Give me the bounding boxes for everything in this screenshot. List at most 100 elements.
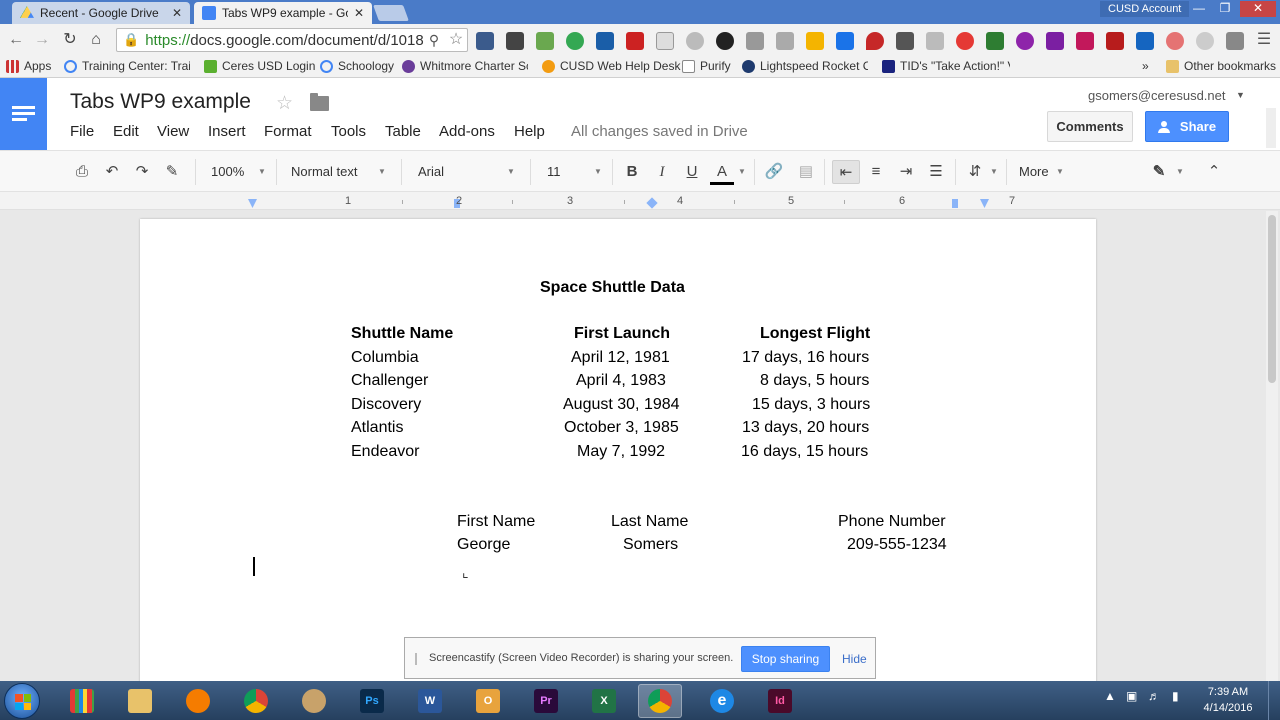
share-button[interactable]: Share — [1145, 111, 1229, 142]
extension-icon[interactable] — [1076, 32, 1094, 50]
extension-icon[interactable] — [776, 32, 794, 50]
bookmark-cusd-web-help-desk[interactable]: CUSD Web Help Desk — [542, 59, 680, 73]
menu-insert[interactable]: Insert — [208, 123, 246, 140]
collapse-menu-icon[interactable]: ⌃ — [1202, 160, 1226, 184]
text-color-button[interactable]: A — [710, 160, 734, 184]
right-indent-marker[interactable] — [980, 199, 989, 208]
bookmark-other-bookmarks[interactable]: Other bookmarks — [1166, 59, 1280, 73]
taskbar-paint[interactable] — [292, 684, 336, 718]
taskbar-outlook[interactable]: O — [466, 684, 510, 718]
taskbar-excel[interactable]: X — [582, 684, 626, 718]
save-status[interactable]: All changes saved in Drive — [571, 123, 748, 140]
hide-button[interactable]: Hide — [842, 652, 867, 666]
extension-icon[interactable] — [896, 32, 914, 50]
italic-button[interactable]: I — [650, 160, 674, 184]
extension-icon[interactable] — [746, 32, 764, 50]
extension-icon[interactable] — [986, 32, 1004, 50]
bookmark-schoology[interactable]: Schoology — [320, 59, 394, 73]
extension-icon[interactable] — [1196, 32, 1214, 50]
menu-edit[interactable]: Edit — [113, 123, 139, 140]
menu-format[interactable]: Format — [264, 123, 312, 140]
bookmark-star-icon[interactable]: ☆ — [446, 30, 466, 50]
extension-icon[interactable] — [1106, 32, 1124, 50]
bold-button[interactable]: B — [620, 160, 644, 184]
bookmark-purify[interactable]: Purify — [682, 59, 731, 73]
clock-date[interactable]: 4/14/2016 — [1200, 702, 1256, 714]
menu-table[interactable]: Table — [385, 123, 421, 140]
undo-icon[interactable]: ↶ — [100, 160, 124, 184]
new-tab-button[interactable] — [373, 5, 409, 21]
extension-icon[interactable] — [716, 32, 734, 50]
chevron-down-icon[interactable]: ▼ — [738, 167, 746, 176]
chevron-down-icon[interactable]: ▼ — [258, 167, 266, 176]
print-icon[interactable]: ⎙ — [70, 160, 94, 184]
font-select[interactable]: Arial — [418, 160, 444, 184]
redo-icon[interactable]: ↷ — [130, 160, 154, 184]
menu-file[interactable]: File — [70, 123, 94, 140]
drag-handle-icon[interactable] — [415, 653, 417, 665]
align-justify-icon[interactable]: ☰ — [924, 160, 948, 184]
taskbar-word[interactable]: W — [408, 684, 452, 718]
extension-icon[interactable] — [596, 32, 614, 50]
paragraph-style-select[interactable]: Normal text — [291, 160, 357, 184]
docs-home-icon[interactable] — [0, 78, 47, 150]
link-icon[interactable]: 🔗 — [762, 160, 786, 184]
taskbar-chrome-active[interactable] — [638, 684, 682, 718]
extension-icon[interactable] — [926, 32, 944, 50]
chevron-down-icon[interactable]: ▼ — [1056, 167, 1064, 176]
url-input[interactable]: 🔒 https:// docs.google.com/document/d/10… — [116, 28, 468, 52]
document-title[interactable]: Tabs WP9 example — [70, 90, 251, 114]
volume-icon[interactable]: ♬ — [1148, 689, 1160, 703]
show-desktop-button[interactable] — [1268, 681, 1280, 720]
align-right-icon[interactable]: ⇥ — [894, 160, 918, 184]
left-indent-marker[interactable] — [248, 199, 257, 208]
network-icon[interactable]: ▣ — [1126, 689, 1137, 703]
menu-add-ons[interactable]: Add-ons — [439, 123, 495, 140]
taskbar-file-explorer[interactable] — [118, 684, 162, 718]
editing-mode-pencil-icon[interactable]: ✎ — [1147, 160, 1171, 184]
zoom-select[interactable]: 100% — [211, 160, 244, 184]
bookmarks-overflow-button[interactable]: » — [1142, 59, 1149, 73]
extension-icon[interactable] — [656, 32, 674, 50]
scrollbar-thumb[interactable] — [1268, 215, 1276, 383]
reload-icon[interactable]: ↻ — [60, 30, 80, 50]
bookmark-whitmore-charter[interactable]: Whitmore Charter Sch — [402, 59, 528, 73]
extension-icon[interactable] — [1226, 32, 1244, 50]
stop-sharing-button[interactable]: Stop sharing — [741, 646, 830, 672]
close-icon[interactable]: ✕ — [172, 6, 182, 20]
extension-icon[interactable] — [506, 32, 524, 50]
tab-stop-right-marker[interactable] — [952, 199, 958, 208]
cusd-account-button[interactable]: CUSD Account — [1100, 1, 1190, 17]
bookmark-tid-take-action[interactable]: TID's "Take Action!" V — [882, 59, 1010, 73]
underline-button[interactable]: U — [680, 160, 704, 184]
folder-icon[interactable] — [310, 93, 329, 111]
bookmark-apps[interactable]: Apps — [6, 59, 51, 73]
line-spacing-icon[interactable]: ⇵ — [963, 160, 987, 184]
tab-stop-center-marker[interactable] — [646, 197, 658, 209]
extension-icon[interactable] — [1016, 32, 1034, 50]
comments-button[interactable]: Comments — [1047, 111, 1133, 142]
chevron-down-icon[interactable]: ▼ — [378, 167, 386, 176]
header-scrollbar[interactable] — [1266, 108, 1276, 148]
restore-icon[interactable]: ❐ — [1212, 1, 1238, 17]
close-icon[interactable]: ✕ — [354, 6, 364, 20]
tray-expand-icon[interactable]: ▲ — [1104, 689, 1116, 703]
clock-time[interactable]: 7:39 AM — [1200, 686, 1256, 698]
extension-icon[interactable] — [1136, 32, 1154, 50]
menu-view[interactable]: View — [157, 123, 189, 140]
chevron-down-icon[interactable]: ▼ — [1236, 90, 1245, 100]
tab-recent-drive[interactable]: Recent - Google Drive ✕ — [12, 2, 190, 24]
extension-icon[interactable] — [626, 32, 644, 50]
taskbar-premiere[interactable]: Pr — [524, 684, 568, 718]
extension-icon[interactable] — [806, 32, 824, 50]
taskbar-internet-explorer[interactable]: e — [700, 684, 744, 718]
bookmark-training-center[interactable]: Training Center: Train — [64, 59, 190, 73]
vertical-scrollbar[interactable] — [1266, 211, 1278, 681]
taskbar-indesign[interactable]: Id — [758, 684, 802, 718]
signal-icon[interactable]: ▮ — [1172, 689, 1179, 703]
chevron-down-icon[interactable]: ▼ — [507, 167, 515, 176]
bookmark-lightspeed-rocket[interactable]: Lightspeed Rocket Co — [742, 59, 868, 73]
extension-icon[interactable] — [686, 32, 704, 50]
extension-icon[interactable] — [1046, 32, 1064, 50]
taskbar-media-player[interactable] — [176, 684, 220, 718]
